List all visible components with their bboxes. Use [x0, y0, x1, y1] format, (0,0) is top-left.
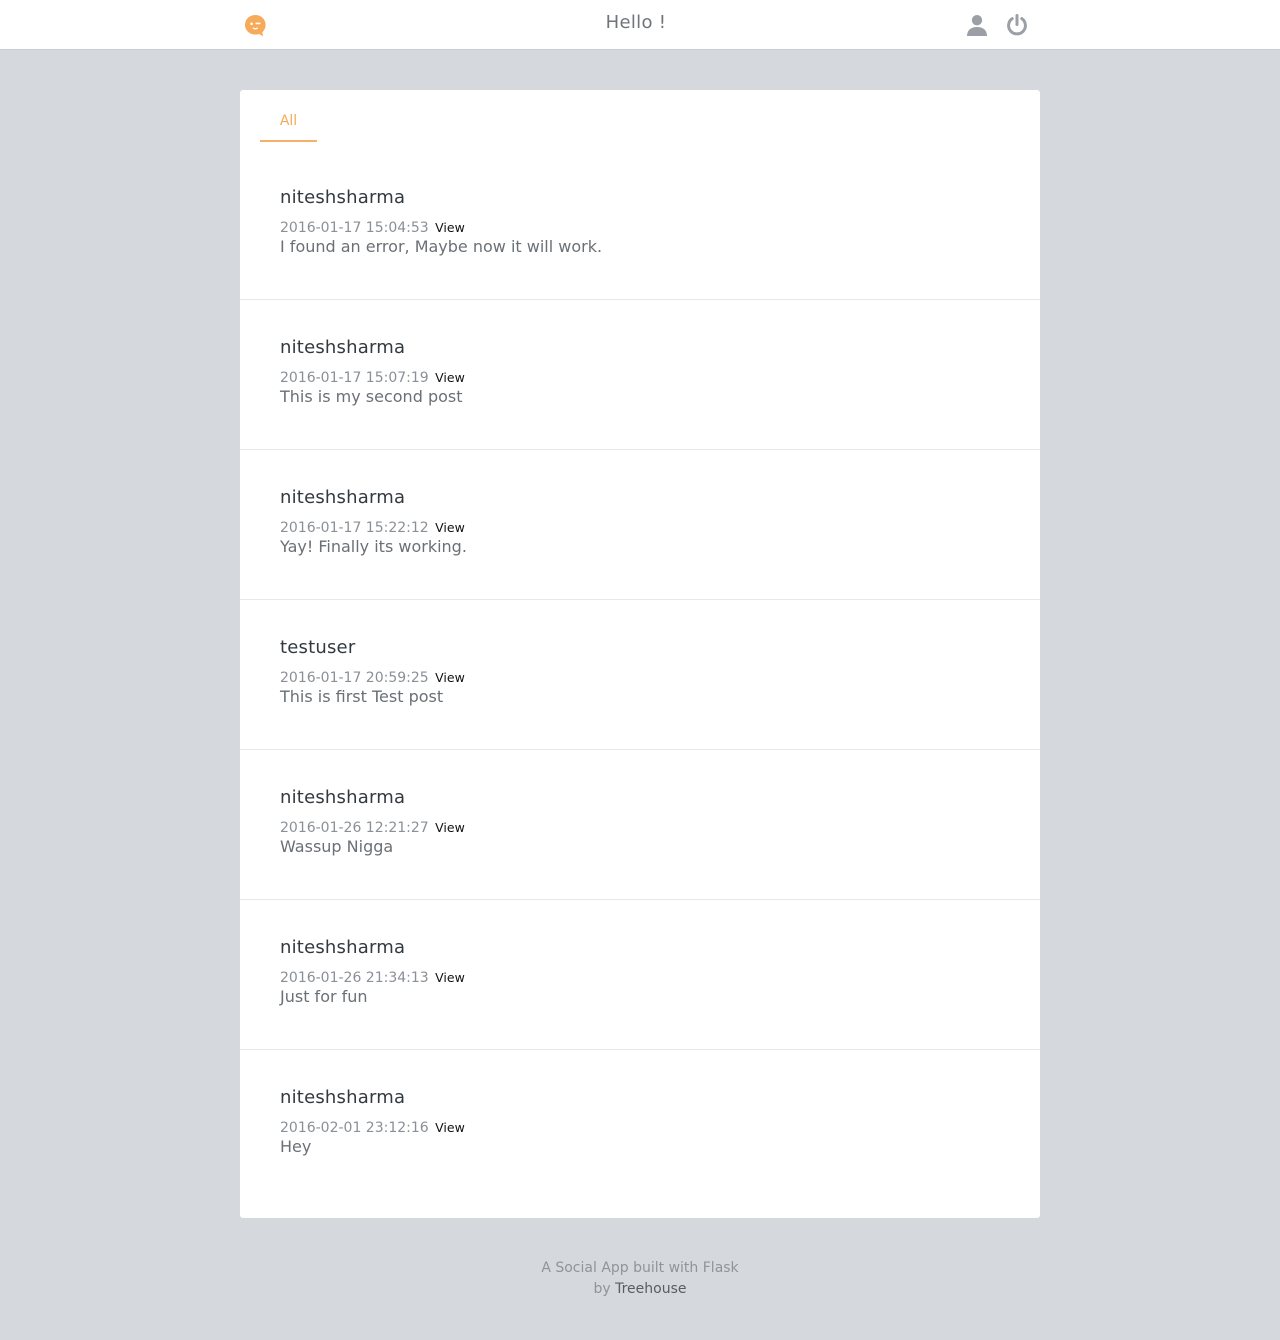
view-post-link[interactable]: View	[435, 970, 465, 985]
footer-tagline: A Social App built with Flask	[541, 1260, 739, 1276]
post-meta: 2016-01-17 15:07:19 View	[280, 370, 465, 386]
post-meta: 2016-01-26 21:34:13 View	[280, 970, 465, 986]
footer-credit: by Treehouse	[0, 1279, 1280, 1300]
post-body: I found an error, Maybe now it will work…	[280, 237, 603, 256]
post-body: This is my second post	[280, 387, 463, 406]
post-item: niteshsharma 2016-02-01 23:12:16 View He…	[240, 1050, 1040, 1199]
post-timestamp: 2016-01-17 15:07:19	[280, 370, 429, 386]
post-item: niteshsharma 2016-01-17 15:04:53 View I …	[240, 150, 1040, 300]
footer-by-text: by	[593, 1281, 616, 1297]
post-body: Just for fun	[280, 987, 368, 1006]
post-author[interactable]: niteshsharma	[280, 1087, 405, 1108]
view-post-link[interactable]: View	[435, 370, 465, 385]
post-item: niteshsharma 2016-01-17 15:07:19 View Th…	[240, 300, 1040, 450]
user-icon	[967, 15, 987, 36]
post-meta: 2016-01-26 12:21:27 View	[280, 820, 465, 836]
post-author[interactable]: niteshsharma	[280, 187, 405, 208]
post-item: niteshsharma 2016-01-26 12:21:27 View Wa…	[240, 750, 1040, 900]
post-timestamp: 2016-02-01 23:12:16	[280, 1120, 429, 1136]
post-timestamp: 2016-01-17 15:04:53	[280, 220, 429, 236]
post-author[interactable]: niteshsharma	[280, 787, 405, 808]
post-timestamp: 2016-01-26 21:34:13	[280, 970, 429, 986]
post-author[interactable]: niteshsharma	[280, 937, 405, 958]
post-list: niteshsharma 2016-01-17 15:04:53 View I …	[240, 150, 1040, 1199]
post-item: niteshsharma 2016-01-17 15:22:12 View Ya…	[240, 450, 1040, 600]
post-author[interactable]: testuser	[280, 637, 355, 658]
post-timestamp: 2016-01-17 15:22:12	[280, 520, 429, 536]
post-item: niteshsharma 2016-01-26 21:34:13 View Ju…	[240, 900, 1040, 1050]
top-nav-bar: Hello !	[0, 0, 1280, 50]
view-post-link[interactable]: View	[435, 1120, 465, 1135]
view-post-link[interactable]: View	[435, 820, 465, 835]
profile-link[interactable]	[965, 13, 989, 37]
post-body: Yay! Finally its working.	[280, 537, 467, 556]
tab-all[interactable]: All	[260, 113, 317, 142]
post-item: testuser 2016-01-17 20:59:25 View This i…	[240, 600, 1040, 750]
greeting-title: Hello !	[605, 12, 667, 33]
post-meta: 2016-01-17 20:59:25 View	[280, 670, 465, 686]
post-body: This is first Test post	[280, 687, 444, 706]
post-author[interactable]: niteshsharma	[280, 487, 405, 508]
post-author[interactable]: niteshsharma	[280, 337, 405, 358]
stream-panel: All niteshsharma 2016-01-17 15:04:53 Vie…	[240, 90, 1040, 1218]
post-meta: 2016-01-17 15:04:53 View	[280, 220, 465, 236]
post-body: Wassup Nigga	[280, 837, 394, 856]
logout-link[interactable]	[1005, 13, 1029, 37]
view-post-link[interactable]: View	[435, 220, 465, 235]
treehouse-link[interactable]: Treehouse	[615, 1281, 686, 1297]
post-meta: 2016-01-17 15:22:12 View	[280, 520, 465, 536]
post-meta: 2016-02-01 23:12:16 View	[280, 1120, 465, 1136]
post-body: Hey	[280, 1137, 312, 1156]
view-post-link[interactable]: View	[435, 520, 465, 535]
post-timestamp: 2016-01-26 12:21:27	[280, 820, 429, 836]
stream-tabs: All	[260, 110, 317, 142]
view-post-link[interactable]: View	[435, 670, 465, 685]
post-timestamp: 2016-01-17 20:59:25	[280, 670, 429, 686]
power-icon	[1007, 14, 1027, 36]
page-footer: A Social App built with Flask by Treehou…	[0, 1258, 1280, 1300]
